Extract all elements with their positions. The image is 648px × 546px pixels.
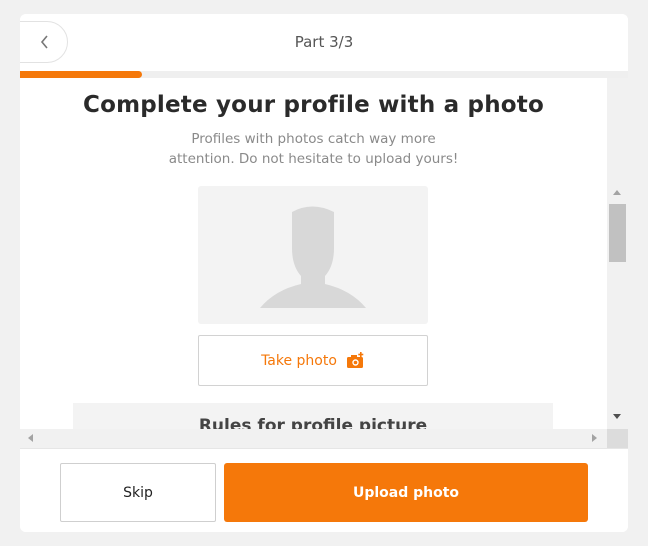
rules-section: Rules for profile picture	[73, 403, 553, 429]
horizontal-scrollbar[interactable]	[20, 429, 607, 448]
scroll-up-icon[interactable]	[613, 190, 621, 195]
person-silhouette-icon	[260, 206, 366, 308]
progress-bar	[20, 71, 628, 78]
scroll-container[interactable]: Complete your profile with a photo Profi…	[20, 78, 628, 448]
take-photo-label: Take photo	[261, 352, 337, 369]
vertical-scroll-thumb[interactable]	[609, 204, 626, 262]
scrollbar-corner	[607, 429, 628, 448]
take-photo-button[interactable]: Take photo	[198, 335, 428, 386]
page-title: Complete your profile with a photo	[83, 92, 544, 118]
scroll-content: Complete your profile with a photo Profi…	[20, 78, 607, 429]
page-subtitle: Profiles with photos catch way more atte…	[168, 131, 459, 167]
scroll-right-icon[interactable]	[592, 434, 597, 442]
profile-wizard-window: Part 3/3 Complete your profile with a ph…	[20, 14, 628, 532]
skip-button[interactable]: Skip	[60, 463, 216, 522]
vertical-scrollbar[interactable]	[607, 184, 628, 429]
scroll-left-icon[interactable]	[28, 434, 33, 442]
progress-bar-fill	[20, 71, 142, 78]
rules-title: Rules for profile picture	[198, 416, 428, 429]
camera-add-icon	[346, 352, 364, 368]
scroll-down-icon[interactable]	[613, 414, 621, 419]
avatar-placeholder	[198, 186, 428, 324]
wizard-footer: Skip Upload photo	[20, 448, 628, 532]
step-indicator: Part 3/3	[294, 33, 354, 51]
upload-photo-button[interactable]: Upload photo	[224, 463, 588, 522]
wizard-header: Part 3/3	[20, 14, 628, 71]
